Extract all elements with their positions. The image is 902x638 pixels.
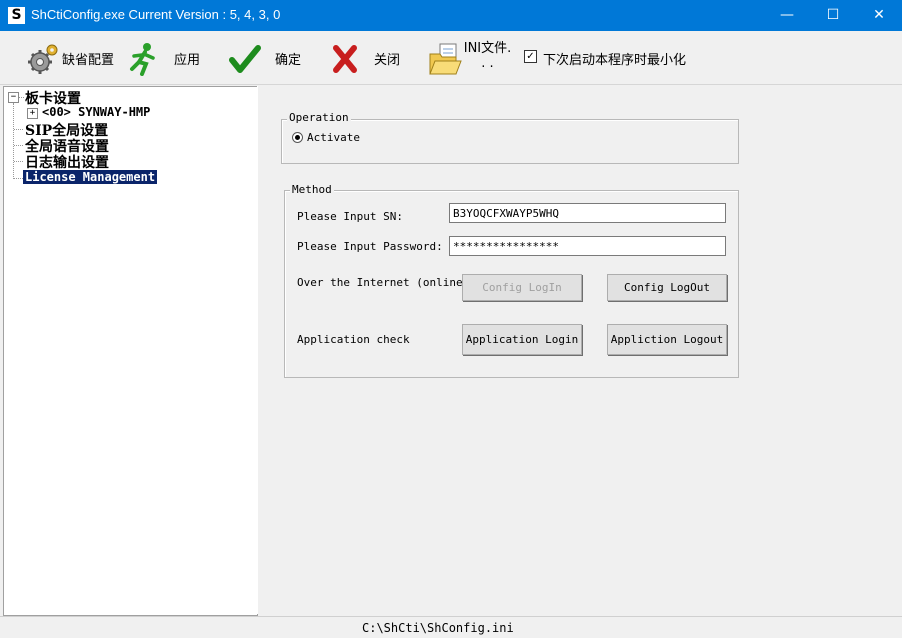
tree-connector xyxy=(14,129,23,130)
root-expander-icon[interactable]: − xyxy=(8,92,19,103)
tree-connector xyxy=(14,178,23,179)
default-config-button[interactable]: 缺省配置 xyxy=(24,31,119,81)
board-expander-icon[interactable]: + xyxy=(27,108,38,119)
sn-input[interactable]: B3YOQCFXWAYP5WHQ xyxy=(449,203,726,223)
ok-button[interactable]: 确定 xyxy=(228,31,308,81)
tree-item-log-output[interactable]: 日志输出设置 xyxy=(25,152,109,172)
activate-radio[interactable] xyxy=(292,132,303,143)
tree-connector xyxy=(14,145,23,146)
apply-label: 应用 xyxy=(174,53,201,68)
tree-connector xyxy=(19,97,24,98)
status-bar: C:\ShCti\ShConfig.ini xyxy=(0,616,902,638)
close-label: 关闭 xyxy=(374,53,401,68)
default-config-label: 缺省配置 xyxy=(62,53,115,68)
password-label: Please Input Password: xyxy=(297,240,443,253)
ok-label: 确定 xyxy=(275,53,302,68)
tree-connector xyxy=(14,161,23,162)
close-button[interactable]: 关闭 xyxy=(328,31,408,81)
window-title: ShCtiConfig.exe Current Version : 5, 4, … xyxy=(31,7,281,22)
ini-file-button[interactable]: INI文件. . . xyxy=(426,31,518,81)
minimize-on-start-label: 下次启动本程序时最小化 xyxy=(543,53,687,68)
app-login-button[interactable]: Application Login xyxy=(462,324,582,355)
internet-label: Over the Internet (online) xyxy=(297,276,470,289)
sn-label: Please Input SN: xyxy=(297,210,403,223)
ini-file-label: INI文件. . . xyxy=(463,41,512,71)
tree-item-license-management[interactable]: License Management xyxy=(23,170,158,184)
config-tree[interactable]: − 板卡设置 + <00> SYNWAY-HMP SIP全局设置 全局语音设置 … xyxy=(3,86,258,616)
folder-document-icon xyxy=(429,43,462,75)
operation-legend: Operation xyxy=(287,111,351,124)
ini-path-text: C:\ShCti\ShConfig.ini xyxy=(362,621,514,635)
red-x-icon xyxy=(333,45,357,73)
app-check-label: Application check xyxy=(297,333,410,346)
license-panel: Operation Activate Method Please Input S… xyxy=(261,86,902,614)
gears-icon xyxy=(28,44,58,74)
running-man-icon xyxy=(130,43,155,76)
toolbar: 缺省配置 应用 确定 关闭 INI文件. . . ✓ 下次启动本程序时最小化 xyxy=(0,31,902,85)
password-input[interactable]: **************** xyxy=(449,236,726,256)
method-legend: Method xyxy=(290,183,334,196)
apply-button[interactable]: 应用 xyxy=(126,31,206,81)
maximize-button[interactable]: ☐ xyxy=(810,0,856,31)
green-check-icon xyxy=(229,45,261,73)
app-icon: S xyxy=(8,7,25,24)
minimize-on-start-checkbox[interactable]: ✓ xyxy=(524,50,537,63)
close-window-button[interactable]: ✕ xyxy=(856,0,902,31)
app-logout-button[interactable]: Appliction Logout xyxy=(607,324,727,355)
activate-label: Activate xyxy=(307,131,360,144)
title-bar[interactable]: S ShCtiConfig.exe Current Version : 5, 4… xyxy=(0,0,902,31)
tree-item-board-00[interactable]: <00> SYNWAY-HMP xyxy=(42,105,150,119)
minimize-button[interactable]: — xyxy=(764,0,810,31)
config-logout-button[interactable]: Config LogOut xyxy=(607,274,727,301)
tree-connector xyxy=(13,103,14,179)
config-login-button[interactable]: Config LogIn xyxy=(462,274,582,301)
